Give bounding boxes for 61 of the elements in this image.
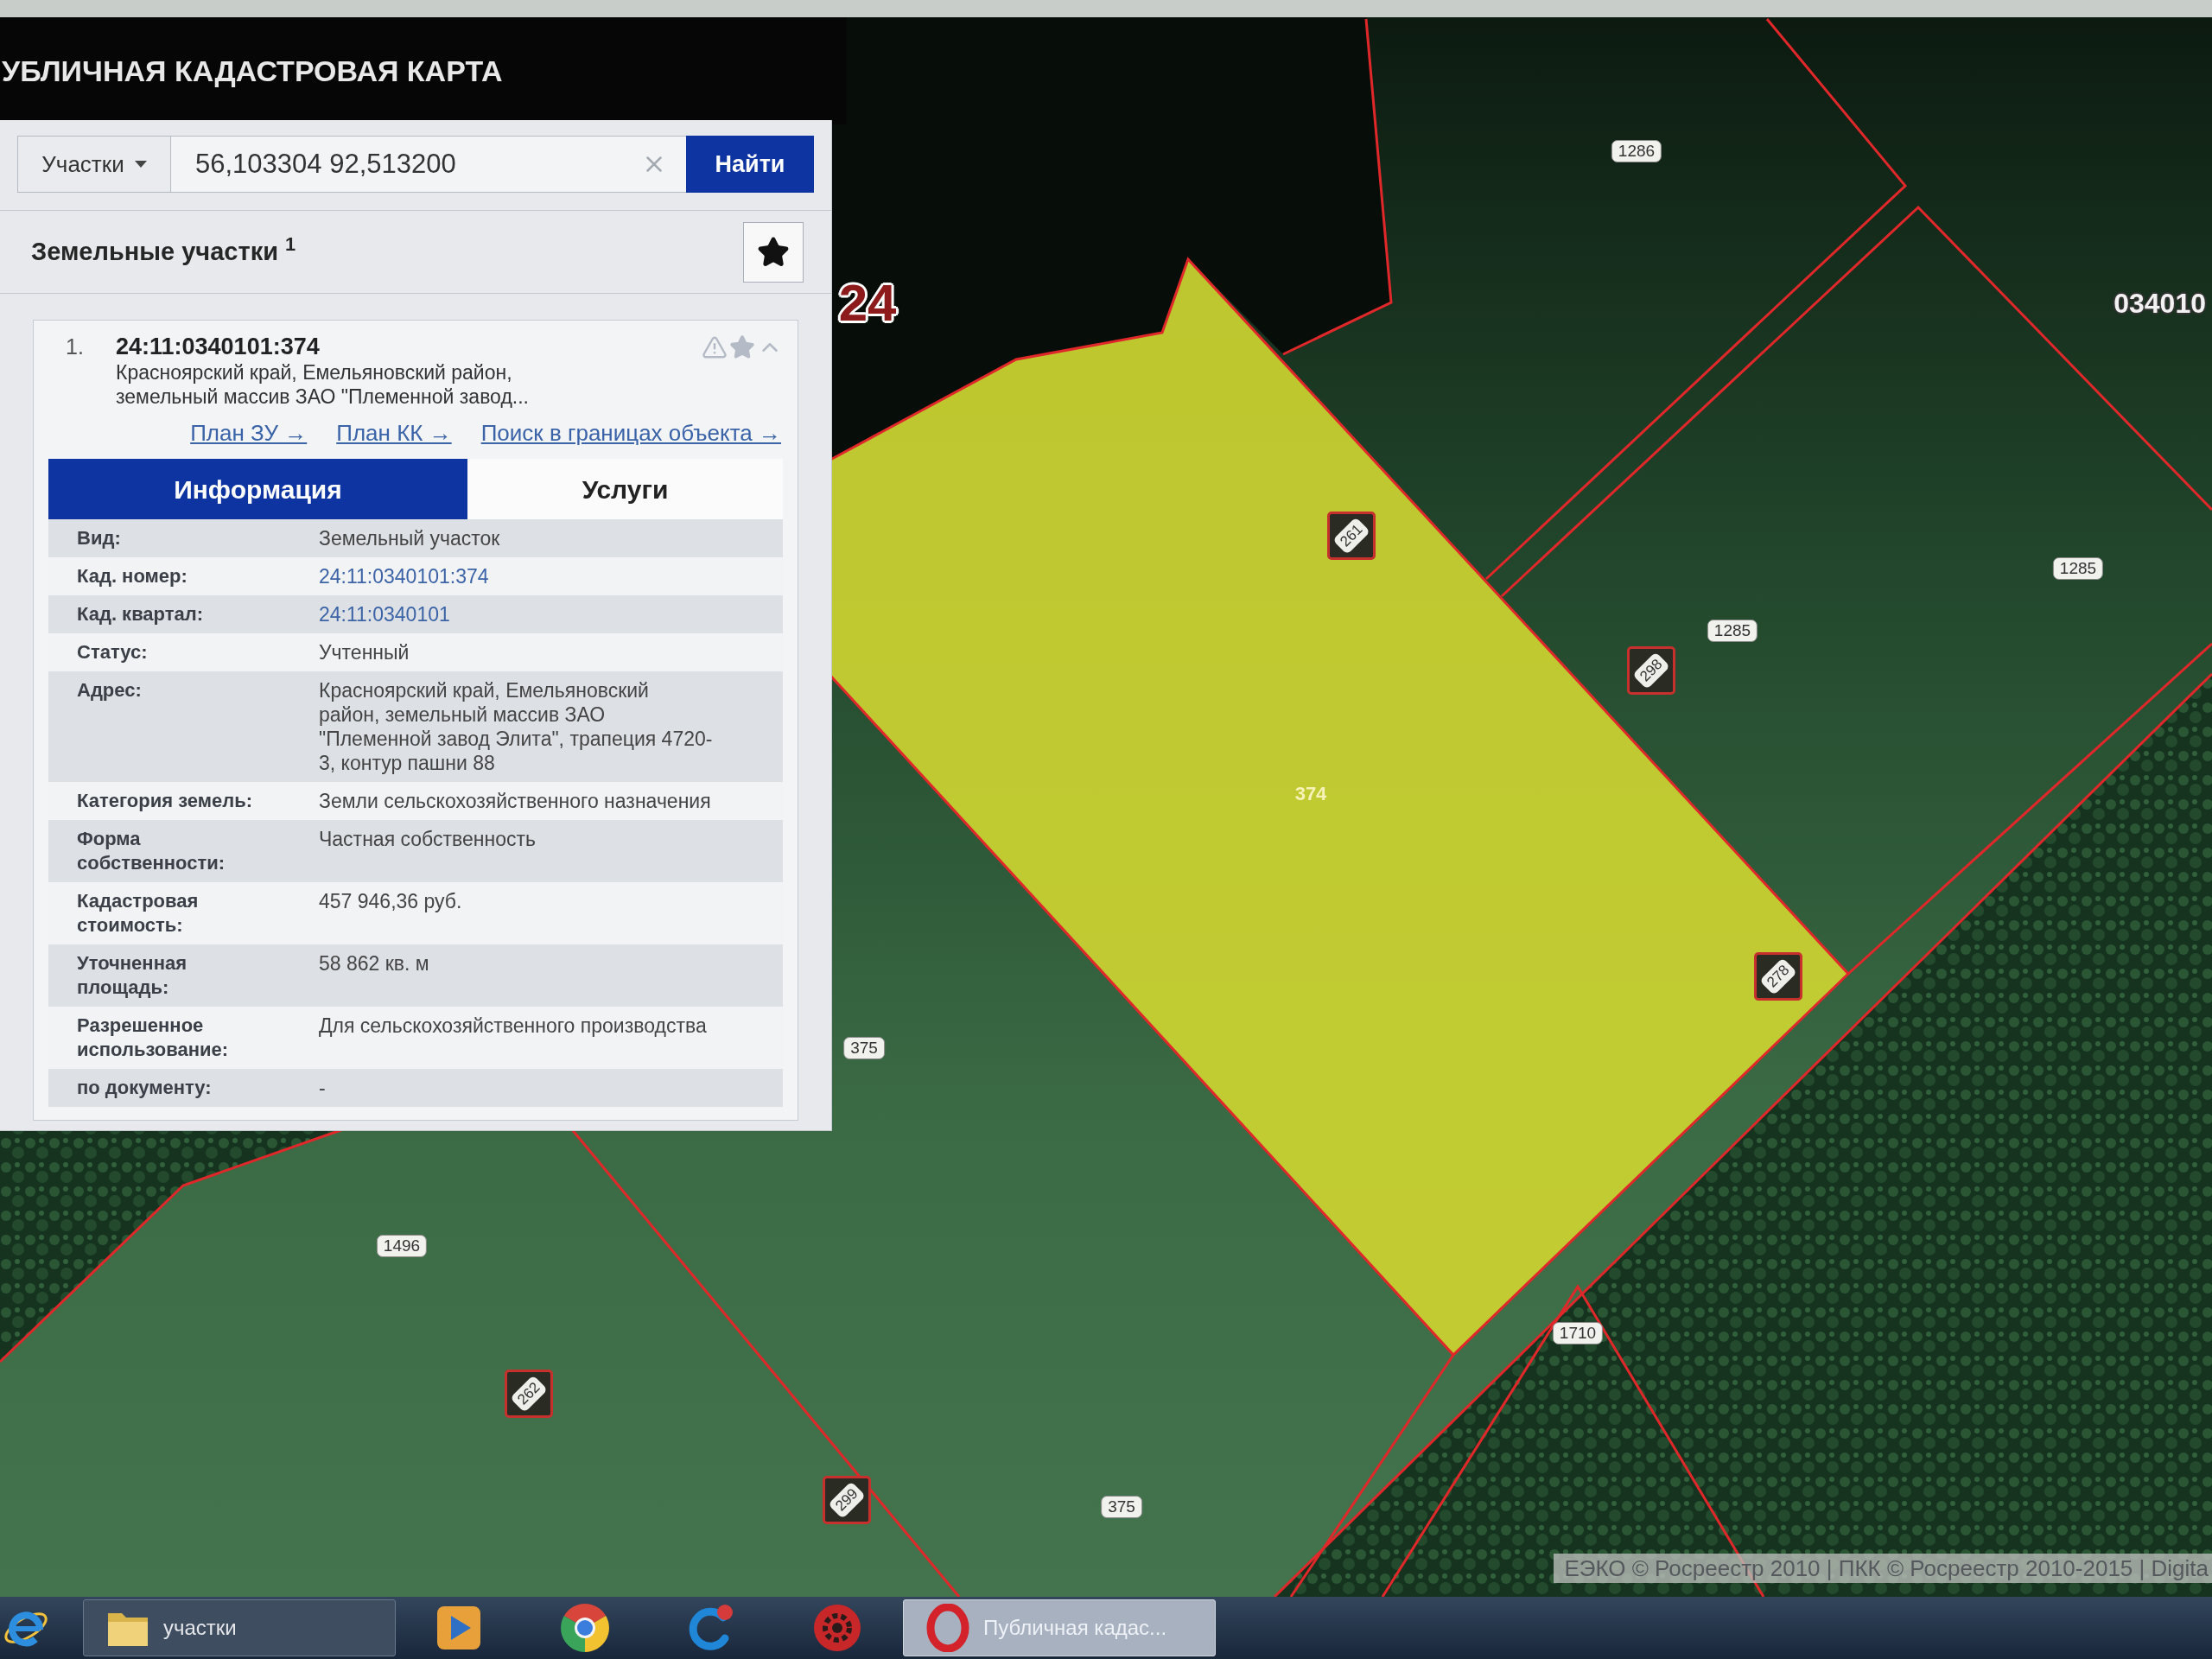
field-label: Кад. номер: bbox=[77, 564, 188, 588]
field-value: 457 946,36 руб. bbox=[319, 889, 463, 914]
field-value: Для сельскохозяйственного производства bbox=[319, 1014, 708, 1039]
search-field[interactable]: 56,103304 92,513200 bbox=[171, 136, 686, 193]
field-value: Частная собственность bbox=[319, 827, 537, 852]
tab[interactable]: Информация bbox=[48, 459, 467, 519]
result-index: 1. bbox=[65, 334, 85, 360]
field-link[interactable]: 24:11:0340101 bbox=[319, 602, 450, 626]
parcel-number-label: 375 bbox=[1101, 1496, 1142, 1518]
field-label: Уточненная площадь: bbox=[77, 951, 188, 1000]
field-link[interactable]: 24:11:0340101:374 bbox=[319, 564, 489, 588]
parcel-number-label: 1710 bbox=[1552, 1322, 1604, 1344]
result-link[interactable]: Поиск в границах объекта → bbox=[480, 419, 781, 447]
field-value: Учтенный bbox=[319, 640, 410, 664]
field-value: Земельный участок bbox=[319, 526, 501, 550]
tower-marker-label: 261 bbox=[1327, 512, 1376, 560]
field-label: Разрешенное использование: bbox=[77, 1014, 230, 1062]
ring-icon bbox=[926, 1604, 969, 1652]
field-value: Земли сельскохозяйственного назначения bbox=[319, 789, 712, 813]
field-label: Статус: bbox=[77, 640, 149, 664]
field-label: Адрес: bbox=[77, 678, 143, 702]
search-button[interactable]: Найти bbox=[686, 136, 814, 193]
parcel-number-label: 374 bbox=[1294, 783, 1328, 805]
search-type-dropdown[interactable]: Участки bbox=[17, 136, 171, 193]
section-title: Земельные участки $^{1}$ bbox=[31, 232, 296, 267]
parcel-number-label: 1496 bbox=[376, 1235, 428, 1257]
field-value: Красноярский край, Емельяновский район, земельный массив ЗАО "Племенной завод Элита", трапеция 4720- 3, контур пашни 88 bbox=[319, 678, 714, 775]
field-value: 58 862 кв. м bbox=[319, 951, 430, 976]
field-label: Форма собственности: bbox=[77, 827, 226, 875]
field-value: - bbox=[319, 1076, 327, 1100]
field-label: по документу: bbox=[77, 1076, 213, 1100]
tower-marker-label: 262 bbox=[505, 1370, 553, 1418]
cadastral-number[interactable]: 24:11:0340101:374 bbox=[116, 333, 702, 360]
field-label: Кадастровая стоимость: bbox=[77, 889, 200, 938]
gear-icon[interactable] bbox=[813, 1604, 861, 1652]
page-title: УБЛИЧНАЯ КАДАСТРОВАЯ КАРТА bbox=[2, 53, 503, 89]
result-link[interactable]: План КК → bbox=[336, 419, 452, 447]
result-address: Красноярский край, Емельяновский район, земельный массив ЗАО "Племенной завод... bbox=[116, 360, 530, 409]
parcel-number-label: 375 bbox=[843, 1037, 885, 1059]
field-label: Кад. квартал: bbox=[77, 602, 205, 626]
favorite-button[interactable] bbox=[743, 221, 804, 283]
parcel-number-label: 1286 bbox=[1611, 140, 1662, 162]
parcel-number-label: 1285 bbox=[2052, 557, 2104, 580]
tab[interactable]: Услуги bbox=[467, 459, 783, 519]
map-attribution: ЕЭКО © Росреестр 2010 | ПКК © Росреестр 2010-2015 | Digita bbox=[1554, 1554, 2212, 1583]
star-icon[interactable] bbox=[729, 334, 755, 360]
caret-icon bbox=[134, 161, 147, 168]
arc-logo-icon[interactable] bbox=[687, 1604, 735, 1652]
taskbar-window-button[interactable]: участки bbox=[83, 1599, 396, 1656]
tower-marker-label: 278 bbox=[1754, 952, 1802, 1001]
field-label: Категория земель: bbox=[77, 789, 254, 813]
segmented-circle-icon[interactable] bbox=[561, 1604, 609, 1652]
field-label: Вид: bbox=[77, 526, 122, 550]
quarter-number-label: 24 bbox=[837, 275, 898, 332]
tower-marker-label: 298 bbox=[1627, 646, 1675, 695]
quarter-number-label: 034010 bbox=[2113, 288, 2207, 319]
parcel-number-label: 1285 bbox=[1707, 620, 1758, 642]
play-icon[interactable] bbox=[436, 1605, 481, 1650]
result-link[interactable]: План ЗУ → bbox=[190, 419, 308, 447]
star-icon bbox=[757, 235, 790, 269]
tower-marker-label: 299 bbox=[823, 1476, 871, 1524]
